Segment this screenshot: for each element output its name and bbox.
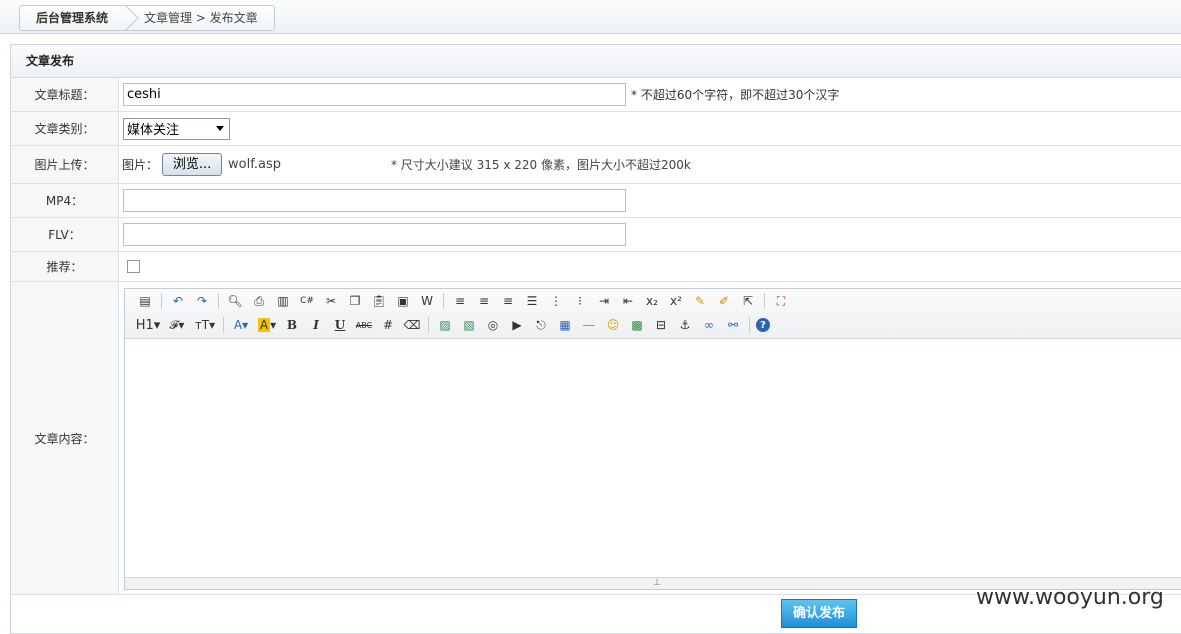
category-selected: 媒体关注 — [127, 123, 180, 138]
mp4-row: MP4： — [11, 184, 1181, 218]
font-size-icon[interactable]: тT ▾ — [193, 315, 217, 335]
highlight-color-icon[interactable]: A ▾ — [256, 315, 278, 335]
top-bar: 后台管理系统 文章管理 > 发布文章 — [0, 0, 1181, 34]
selected-file-name: wolf.asp — [228, 157, 281, 172]
insert-table-icon[interactable]: ▦ — [555, 315, 575, 335]
indent-icon[interactable]: ⇥ — [594, 291, 614, 311]
outdent-icon[interactable]: ⇤ — [618, 291, 638, 311]
select-all-icon[interactable]: ⇱ — [738, 291, 758, 311]
anchor-icon[interactable]: ⚓ — [675, 315, 695, 335]
print-icon[interactable]: ⎙ — [249, 291, 269, 311]
browse-button[interactable]: 浏览... — [162, 153, 223, 176]
help-icon[interactable]: ? — [756, 318, 770, 332]
cut-icon[interactable]: ✂ — [321, 291, 341, 311]
underline-icon[interactable]: U — [330, 315, 350, 335]
ordered-list-icon[interactable]: ⋮ — [546, 291, 566, 311]
attachment-icon[interactable]: ⎋ — [531, 315, 551, 335]
content-row: 文章内容： ▤ ↶ ↷ 🔍︎ ⎙ ▥ C# ✂ ❐ 📋︎ ▣ W ≡ ≡ ≡ ☰… — [11, 282, 1181, 595]
paste-icon[interactable]: 📋︎ — [369, 291, 389, 311]
heading-icon[interactable]: H1 ▾ — [135, 315, 161, 335]
paste-word-icon[interactable]: W — [417, 291, 437, 311]
image-row: 图片上传： 图片： 浏览... wolf.asp * 尺寸大小建议 315 x … — [11, 146, 1181, 184]
flv-row: FLV： — [11, 218, 1181, 252]
breadcrumb-trail: 文章管理 > 发布文章 — [144, 11, 258, 25]
article-publish-panel: 文章发布 文章标题： * 不超过60个字符，即不超过30个汉字 文章类别： 媒体… — [10, 44, 1181, 634]
title-input[interactable] — [123, 83, 626, 106]
category-select[interactable]: 媒体关注 — [123, 117, 230, 140]
link-icon[interactable]: ∞ — [699, 315, 719, 335]
watermark: www.wooyun.org — [976, 585, 1164, 610]
page-break-icon[interactable]: ⊟ — [651, 315, 671, 335]
font-family-icon[interactable]: 𝓕 ▾ — [165, 315, 189, 335]
undo-icon[interactable]: ↶ — [168, 291, 188, 311]
recommend-row: 推荐： — [11, 252, 1181, 282]
category-row: 文章类别： 媒体关注 — [11, 112, 1181, 146]
insert-media-icon[interactable]: ◎ — [483, 315, 503, 335]
font-color-icon[interactable]: A ▾ — [230, 315, 252, 335]
dropdown-arrow-icon — [216, 126, 224, 131]
copy-icon[interactable]: ❐ — [345, 291, 365, 311]
title-hint: * 不超过60个字符，即不超过30个汉字 — [631, 88, 840, 102]
title-label: 文章标题： — [11, 78, 119, 111]
strikethrough-icon[interactable]: ABC — [354, 315, 374, 335]
unlink-icon[interactable]: ⚯ — [723, 315, 743, 335]
toolbar-row-1: ▤ ↶ ↷ 🔍︎ ⎙ ▥ C# ✂ ❐ 📋︎ ▣ W ≡ ≡ ≡ ☰ ⋮ ⁝ ⇥… — [125, 289, 1181, 313]
template-icon[interactable]: ▥ — [273, 291, 293, 311]
superscript-icon[interactable]: x² — [666, 291, 686, 311]
insert-flash-icon[interactable]: ▧ — [459, 315, 479, 335]
editor-body[interactable] — [125, 339, 1181, 576]
align-center-icon[interactable]: ≡ — [474, 291, 494, 311]
preview-icon[interactable]: 🔍︎ — [225, 291, 245, 311]
mp4-label: MP4： — [11, 184, 119, 217]
code-icon[interactable]: C# — [297, 291, 317, 311]
title-row: 文章标题： * 不超过60个字符，即不超过30个汉字 — [11, 78, 1181, 112]
table-border-icon[interactable]: # — [378, 315, 398, 335]
emoticon-icon[interactable]: ☺ — [603, 315, 623, 335]
justify-icon[interactable]: ☰ — [522, 291, 542, 311]
align-right-icon[interactable]: ≡ — [498, 291, 518, 311]
recommend-label: 推荐： — [11, 252, 119, 281]
italic-icon[interactable]: I — [306, 315, 326, 335]
image-prefix: 图片： — [122, 158, 159, 172]
chevron-right-icon — [125, 6, 139, 30]
bold-icon[interactable]: B — [282, 315, 302, 335]
breadcrumb-home[interactable]: 后台管理系统 — [20, 6, 124, 30]
horizontal-rule-icon[interactable]: ― — [579, 315, 599, 335]
align-left-icon[interactable]: ≡ — [450, 291, 470, 311]
panel-title: 文章发布 — [11, 45, 1181, 78]
insert-picture-icon[interactable]: ▩ — [627, 315, 647, 335]
fullscreen-icon[interactable]: ⛶ — [771, 291, 791, 311]
mp4-input[interactable] — [123, 189, 626, 212]
clear-format-icon[interactable]: ✎ — [690, 291, 710, 311]
source-icon[interactable]: ▤ — [135, 291, 155, 311]
quick-format-icon[interactable]: ✐ — [714, 291, 734, 311]
recommend-checkbox[interactable] — [127, 260, 140, 273]
editor-toolbar: ▤ ↶ ↷ 🔍︎ ⎙ ▥ C# ✂ ❐ 📋︎ ▣ W ≡ ≡ ≡ ☰ ⋮ ⁝ ⇥… — [125, 289, 1181, 339]
rich-text-editor: ▤ ↶ ↷ 🔍︎ ⎙ ▥ C# ✂ ❐ 📋︎ ▣ W ≡ ≡ ≡ ☰ ⋮ ⁝ ⇥… — [124, 288, 1181, 590]
redo-icon[interactable]: ↷ — [192, 291, 212, 311]
paste-plain-icon[interactable]: ▣ — [393, 291, 413, 311]
insert-image-icon[interactable]: ▨ — [435, 315, 455, 335]
content-label: 文章内容： — [11, 282, 119, 594]
insert-video-icon[interactable]: ▶ — [507, 315, 527, 335]
breadcrumb: 后台管理系统 文章管理 > 发布文章 — [19, 5, 275, 31]
image-hint: * 尺寸大小建议 315 x 220 像素，图片大小不超过200k — [390, 158, 691, 172]
flv-label: FLV： — [11, 218, 119, 251]
flv-input[interactable] — [123, 223, 626, 246]
category-label: 文章类别： — [11, 112, 119, 145]
toolbar-row-2: H1 ▾ 𝓕 ▾ тT ▾ A ▾ A ▾ B I U ABC # ⌫ ▨ ▧ ◎ — [125, 313, 1181, 337]
unordered-list-icon[interactable]: ⁝ — [570, 291, 590, 311]
subscript-icon[interactable]: x₂ — [642, 291, 662, 311]
confirm-publish-button[interactable]: 确认发布 — [781, 599, 857, 628]
eraser-icon[interactable]: ⌫ — [402, 315, 422, 335]
image-label: 图片上传： — [11, 146, 119, 183]
